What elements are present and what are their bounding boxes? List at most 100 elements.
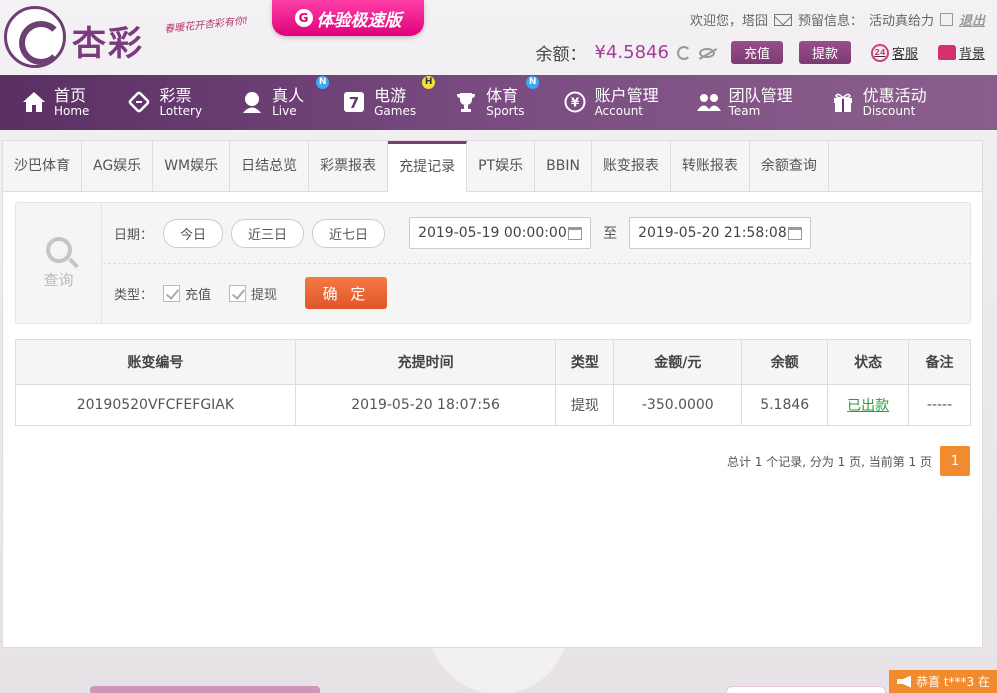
nav-item-team[interactable]: 团队管理 Team [696,87,793,118]
tab-saba-sports[interactable]: 沙巴体育 [3,141,82,191]
shirt-icon [937,45,956,60]
deposit-button[interactable]: 充值 [730,41,783,64]
tab-bbin[interactable]: BBIN [535,141,592,191]
column-header: 余额 [741,339,829,385]
background-link[interactable]: 背景 [937,43,985,62]
speed-version-button[interactable]: G 体验极速版 [272,0,424,36]
start-date-input[interactable]: 2019-05-19 00:00:00 [409,217,592,249]
column-header: 备注 [908,339,971,385]
nav-sublabel: Discount [862,103,916,118]
activity-text: 活动真给力 [868,14,934,29]
nav-sublabel: Games [374,103,417,118]
svg-text:7: 7 [349,94,359,112]
table-header-row: 账变编号 充提时间 类型 金额/元 余额 状态 备注 [15,339,971,385]
nav-sublabel: Home [54,103,90,118]
customer-service-link[interactable]: 24 客服 [870,43,918,62]
tab-deposit-withdraw-records[interactable]: 充提记录 [388,141,468,192]
edit-icon[interactable] [939,13,953,26]
type-withdraw-checkbox[interactable]: 提现 [229,284,277,303]
gift-icon [831,90,855,114]
balance-cell: 5.1846 [741,384,829,426]
row-divider [103,263,971,264]
withdraw-button[interactable]: 提款 [798,41,851,64]
nav-item-games[interactable]: 7 电游 Games H [342,75,436,118]
checkbox-label: 充值 [185,287,212,303]
nav-item-discount[interactable]: 优惠活动 Discount [831,85,927,118]
nav-sublabel: Team [728,103,761,118]
bottom-banner [0,656,997,693]
remark-cell: ----- [908,384,971,426]
pagination-summary: 总计 1 个记录, 分为 1 页, 当前第 1 页 [726,454,932,469]
logout-link[interactable]: 退出 [959,10,985,29]
nav-label: 账户管理 [594,85,659,105]
nav-sublabel: Account [594,103,644,118]
transaction-type-cell: 提现 [555,384,615,426]
amount-cell: -350.0000 [613,384,743,426]
calendar-icon[interactable] [568,226,583,240]
status-link[interactable]: 已出款 [847,398,889,414]
tab-pt[interactable]: PT娱乐 [467,141,536,191]
tab-account-change-report[interactable]: 账变报表 [592,141,671,191]
messages-link[interactable]: 预留信息： [798,10,863,29]
table-row: 20190520VFCFEFGIAK 2019-05-20 18:07:56 提… [15,384,971,426]
tab-wm[interactable]: WM娱乐 [153,141,231,191]
column-header: 状态 [827,339,910,385]
last-3-days-button[interactable]: 近三日 [231,218,305,248]
top-links: 欢迎您，塔囧 预留信息： 活动真给力 退出 [690,10,985,29]
last-7-days-button[interactable]: 近七日 [312,218,386,248]
tab-ag[interactable]: AG娱乐 [82,141,154,191]
team-icon [696,90,721,114]
nav-label: 体育 [486,85,519,105]
query-label: 查询 [43,270,74,289]
nav-label: 真人 [272,85,305,105]
logo-name: 杏彩 [72,24,144,64]
speed-logo-icon: G [294,9,313,27]
date-range-separator: 至 [603,226,618,242]
nav-item-home[interactable]: 首页 Home [22,85,90,118]
balance-row: 余额： ¥4.5846 充值 提款 24 客服 背景 [536,40,985,65]
nav-label: 电游 [374,85,407,105]
winner-notice[interactable]: 恭喜 t***3 在 [889,670,997,693]
transaction-time-cell: 2019-05-20 18:07:56 [294,384,557,426]
transaction-id-cell: 20190520VFCFEFGIAK [15,384,296,426]
refresh-icon[interactable] [676,45,691,60]
nav-item-live[interactable]: 真人 Live N [240,75,330,118]
background-label: 背景 [958,47,985,62]
hide-balance-icon[interactable] [698,47,715,58]
mail-icon[interactable] [773,13,792,26]
query-box: 查询 日期： 今日 近三日 近七日 2019-05-19 00:00:00 至 … [15,202,971,324]
column-header: 充提时间 [294,339,557,385]
home-icon [22,90,46,114]
tab-daily-overview[interactable]: 日结总览 [230,141,310,191]
banner-pill [726,686,886,693]
yen-icon: ¥ [563,90,587,114]
calendar-icon[interactable] [788,226,803,240]
nav-label: 优惠活动 [862,85,927,105]
column-header: 账变编号 [15,339,296,385]
nav-item-account[interactable]: ¥ 账户管理 Account [563,85,659,118]
nav-sublabel: Live [272,103,297,118]
pagination: 总计 1 个记录, 分为 1 页, 当前第 1 页 1 [727,446,970,476]
welcome-text: 欢迎您，塔囧 [689,14,768,29]
tab-balance-query[interactable]: 余额查询 [750,141,829,191]
date-label: 日期： [114,227,154,243]
nav-item-sports[interactable]: 体育 Sports N [454,75,540,118]
nav-label: 彩票 [159,85,192,105]
hot-badge: H [422,75,436,89]
end-date-input[interactable]: 2019-05-20 21:58:08 [629,217,812,249]
column-header: 类型 [555,339,615,385]
tab-lottery-report[interactable]: 彩票报表 [309,141,389,191]
confirm-button[interactable]: 确 定 [305,277,388,309]
nav-item-lottery[interactable]: 彩票 Lottery [127,85,202,117]
tab-transfer-report[interactable]: 转账报表 [671,141,750,191]
start-date-value: 2019-05-19 00:00:00 [418,225,567,241]
page-button[interactable]: 1 [940,446,970,476]
nav-sublabel: Sports [486,103,525,118]
nav-label: 首页 [54,85,87,105]
logo[interactable]: 杏彩 春暖花开杏彩有你! [4,4,254,70]
notice-text: 恭喜 t***3 在 [916,675,990,689]
search-icon [45,236,72,263]
logo-slogan: 春暖花开杏彩有你! [163,15,249,36]
today-button[interactable]: 今日 [163,218,224,248]
type-deposit-checkbox[interactable]: 充值 [163,284,211,303]
